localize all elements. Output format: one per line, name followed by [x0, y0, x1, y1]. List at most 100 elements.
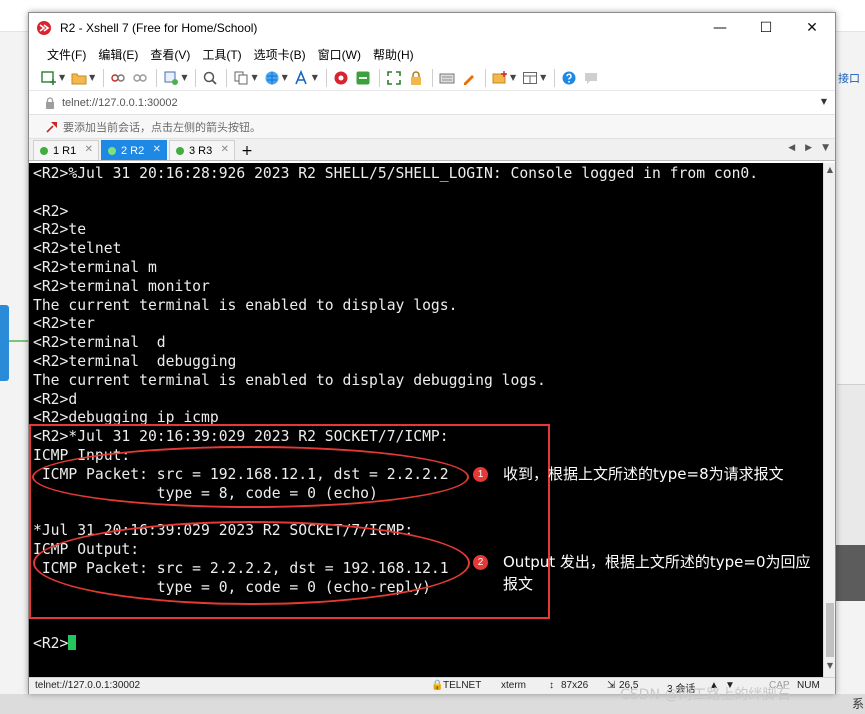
- chevron-down-icon[interactable]: ▼: [540, 73, 546, 82]
- lock-icon: 🔒: [431, 680, 444, 691]
- status-address: telnet://127.0.0.1:30002: [35, 680, 141, 691]
- terminal-line-text: <R2>: [33, 634, 69, 652]
- toolbar-divider: [431, 68, 433, 87]
- keyboard-icon[interactable]: [437, 68, 457, 88]
- copy-icon[interactable]: [231, 68, 251, 88]
- session-tabs: 1 R1 ✕ 2 R2 ✕ 3 R3 ✕ + ◀ ▶ ▼: [29, 139, 835, 161]
- chevron-down-icon[interactable]: ▼: [821, 97, 827, 106]
- lock-icon: [43, 96, 57, 110]
- menu-tools[interactable]: 工具(T): [196, 46, 247, 63]
- terminal-line-text: <R2>%Jul 31 20:16:28:926 2023 R2 SHELL/5…: [33, 165, 759, 182]
- background-interface-link[interactable]: 接口: [838, 70, 860, 86]
- chevron-down-icon[interactable]: ▼: [282, 73, 288, 82]
- highlight-icon[interactable]: [459, 68, 479, 88]
- toolbar-divider: [156, 68, 158, 87]
- address-bar[interactable]: telnet://127.0.0.1:30002 ▼: [29, 91, 835, 115]
- menu-window[interactable]: 窗口(W): [312, 46, 367, 63]
- scroll-down-icon[interactable]: ▼: [825, 661, 835, 673]
- xftp-green-icon[interactable]: [353, 68, 373, 88]
- chevron-down-icon[interactable]: ▼: [510, 73, 516, 82]
- add-tab-icon[interactable]: [490, 68, 510, 88]
- close-icon[interactable]: ✕: [221, 144, 229, 155]
- help-icon[interactable]: [559, 68, 579, 88]
- menu-edit[interactable]: 编辑(E): [92, 46, 144, 63]
- terminal-line: <R2>telnet: [33, 240, 758, 259]
- terminal-area[interactable]: <R2>%Jul 31 20:16:28:926 2023 R2 SHELL/5…: [29, 163, 823, 677]
- toolbar-divider: [325, 68, 327, 87]
- terminal-line: <R2>terminal m: [33, 259, 758, 278]
- menu-tab[interactable]: 选项卡(B): [248, 46, 312, 63]
- minimize-button[interactable]: —: [697, 13, 743, 43]
- lock-icon[interactable]: [406, 68, 426, 88]
- chevron-left-icon[interactable]: ◀: [788, 143, 795, 153]
- terminal-line: <R2>%Jul 31 20:16:28:926 2023 R2 SHELL/5…: [33, 165, 758, 184]
- properties-icon[interactable]: [161, 68, 181, 88]
- terminal-line-text: <R2>terminal debugging: [33, 352, 237, 370]
- chevron-down-icon[interactable]: ▼: [822, 143, 829, 153]
- arrow-pin-icon[interactable]: [45, 120, 59, 134]
- maximize-button[interactable]: ☐: [743, 13, 789, 43]
- address-input[interactable]: telnet://127.0.0.1:30002: [62, 97, 178, 109]
- terminal-line: <R2>ter: [33, 315, 758, 334]
- add-tab-button[interactable]: +: [239, 142, 255, 160]
- disconnect-icon[interactable]: [130, 68, 150, 88]
- chevron-right-icon[interactable]: ▶: [805, 143, 812, 153]
- annotation-marker-1: 1: [473, 467, 488, 482]
- terminal-line: <R2>: [33, 634, 758, 654]
- reconnect-icon[interactable]: [108, 68, 128, 88]
- toolbar-divider: [378, 68, 380, 87]
- chevron-down-icon[interactable]: ▼: [251, 73, 257, 82]
- menu-file[interactable]: 文件(F): [41, 46, 92, 63]
- globe-icon[interactable]: [262, 68, 282, 88]
- close-icon[interactable]: ✕: [153, 144, 161, 155]
- chevron-down-icon[interactable]: ▼: [312, 73, 318, 82]
- annotation-text-1: 收到，根据上文所述的type=8为请求报文: [503, 465, 784, 483]
- tab-label: 3 R3: [189, 144, 213, 157]
- xshell-red-icon[interactable]: [331, 68, 351, 88]
- background-left-tab: [0, 305, 9, 381]
- chevron-down-icon[interactable]: ▼: [181, 73, 187, 82]
- fullscreen-icon[interactable]: [384, 68, 404, 88]
- status-terminal-type: xterm: [501, 680, 526, 691]
- close-icon[interactable]: ✕: [85, 144, 93, 155]
- open-folder-icon[interactable]: [69, 68, 89, 88]
- terminal-scrollbar[interactable]: ▲ ▼: [823, 163, 835, 677]
- xshell-window: R2 - Xshell 7 (Free for Home/School) — ☐…: [28, 12, 836, 695]
- menu-view[interactable]: 查看(V): [144, 46, 196, 63]
- scrollbar-thumb[interactable]: [826, 603, 834, 657]
- tab-r1[interactable]: 1 R1 ✕: [33, 140, 99, 160]
- toolbar-divider: [226, 68, 228, 87]
- background-taskbar-text: 系: [852, 697, 865, 711]
- tab-r2[interactable]: 2 R2 ✕: [101, 140, 167, 160]
- scroll-up-icon[interactable]: ▲: [825, 165, 835, 177]
- tab-label: 1 R1: [53, 144, 77, 157]
- terminal-line-text: <R2>ter: [33, 315, 95, 333]
- background-connector: [9, 340, 29, 342]
- toolbar: ▼ ▼ ▼ ▼ ▼ ▼ ▼ ▼: [29, 65, 835, 91]
- close-button[interactable]: ✕: [789, 13, 835, 43]
- tab-r3[interactable]: 3 R3 ✕: [169, 140, 235, 160]
- window-title: R2 - Xshell 7 (Free for Home/School): [60, 21, 258, 35]
- xshell-logo-icon: [36, 20, 52, 36]
- chat-icon[interactable]: [581, 68, 601, 88]
- terminal-line: <R2>: [33, 203, 758, 222]
- terminal-line-text: The current terminal is enabled to displ…: [33, 296, 458, 314]
- connected-status-icon: [40, 146, 48, 155]
- status-terminal-size: 87x26: [561, 680, 589, 691]
- title-bar[interactable]: R2 - Xshell 7 (Free for Home/School) — ☐…: [29, 13, 835, 43]
- chevron-down-icon[interactable]: ▼: [59, 73, 65, 82]
- annotation-marker-2: 2: [473, 555, 488, 570]
- chevron-down-icon[interactable]: ▼: [89, 73, 95, 82]
- menu-bar: 文件(F) 编辑(E) 查看(V) 工具(T) 选项卡(B) 窗口(W) 帮助(…: [29, 43, 835, 65]
- resize-icon: ↕: [549, 680, 554, 691]
- terminal-line: <R2>d: [33, 391, 758, 410]
- menu-help[interactable]: 帮助(H): [367, 46, 420, 63]
- font-icon[interactable]: [292, 68, 312, 88]
- layout-icon[interactable]: [520, 68, 540, 88]
- search-icon[interactable]: [200, 68, 220, 88]
- terminal-line: The current terminal is enabled to displ…: [33, 297, 758, 316]
- terminal-line-text: <R2>telnet: [33, 240, 122, 258]
- new-session-icon[interactable]: [39, 68, 59, 88]
- annotation-text-2: Output 发出，根据上文所述的type=0为回应报文: [503, 553, 811, 593]
